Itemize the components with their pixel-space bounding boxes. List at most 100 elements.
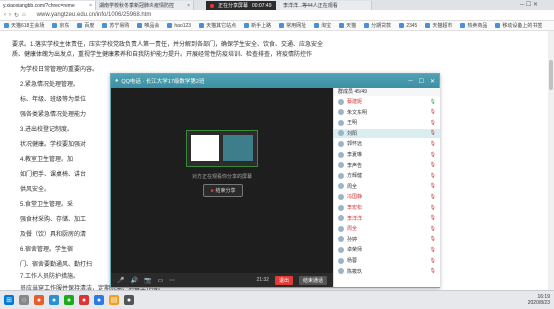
- exit-button[interactable]: 退出: [274, 275, 293, 285]
- member-row[interactable]: 李夏琳 🎙: [334, 150, 440, 159]
- member-row[interactable]: 李声告 🎙: [334, 161, 440, 170]
- member-row[interactable]: 郭怀远 🎙: [334, 139, 440, 148]
- bookmark-item[interactable]: 分期贷款: [364, 22, 391, 29]
- bookmark-item[interactable]: 常用网址: [279, 22, 306, 29]
- taskbar-app-icon[interactable]: ●: [124, 295, 134, 305]
- speaker-icon[interactable]: 🔊: [130, 277, 137, 284]
- tab-0[interactable]: y.xiaoxiangbb.com/?chrec=reme ×: [0, 1, 96, 10]
- bookmark-item[interactable]: 百度: [77, 22, 94, 29]
- minimize-icon[interactable]: ─: [408, 78, 412, 85]
- mic-muted-icon: 🎙: [429, 204, 436, 211]
- bookmark-item[interactable]: 热卖商品: [460, 22, 487, 29]
- bookmark-item[interactable]: 2345: [399, 23, 417, 29]
- page-text-line: 门、宿舍要勤通风、勤打扫: [20, 262, 93, 268]
- member-name: 朱文东明: [347, 109, 368, 116]
- more-icon[interactable]: ⋯: [169, 277, 175, 284]
- page-text-line: 要求。1.落实学校主体责任，压实学校党政负责人第一责任，并分解到各部门，确保学生…: [12, 42, 324, 48]
- url-field[interactable]: www.yangtzeu.edu.cn/info/1006/25968.htm: [37, 12, 152, 18]
- bookmark-item[interactable]: 淘宝: [314, 22, 331, 29]
- tab-3[interactable]: 李洋洋...等44人正在观看: [280, 1, 372, 10]
- bookmark-item[interactable]: 苏宁易购: [102, 22, 129, 29]
- tab-1-label: 湖南学校秋冬季新冠肺炎疫情防控: [99, 3, 175, 9]
- forward-icon[interactable]: ›: [9, 12, 11, 18]
- reload-icon[interactable]: ↻: [14, 12, 19, 19]
- member-name: 李夏琳: [347, 152, 363, 158]
- bookmark-item[interactable]: 唯品会: [137, 22, 159, 29]
- camera-icon[interactable]: 📷: [144, 277, 151, 284]
- taskbar-app-icon[interactable]: ●: [79, 295, 89, 305]
- page-text-line: 强各类紧急情况处理能力: [20, 112, 87, 118]
- bookmark-item[interactable]: 天猫超市: [425, 22, 452, 29]
- back-icon[interactable]: ‹: [4, 12, 6, 18]
- member-row[interactable]: 王明 🎙: [334, 118, 440, 127]
- bookmark-icon: [279, 23, 285, 28]
- bookmark-item[interactable]: 京东: [52, 22, 69, 29]
- screen-share-icon[interactable]: ▭: [157, 277, 163, 284]
- bookmark-label: 移动设备上的书签: [502, 23, 543, 29]
- bookmark-item[interactable]: hao123: [167, 23, 191, 29]
- member-row[interactable]: 冯国静 🎙: [334, 192, 440, 201]
- bookmark-item[interactable]: 移动设备上的书签: [495, 22, 542, 29]
- end-call-button[interactable]: 结束通话: [298, 275, 327, 285]
- tab-3-label: 李洋洋...等44人正在观看: [283, 3, 338, 9]
- tab-0-label: y.xiaoxiangbb.com/?chrec=reme: [3, 2, 75, 9]
- member-row[interactable]: 刘阳 🎙: [334, 128, 440, 138]
- tab-1[interactable]: 湖南学校秋冬季新冠肺炎疫情防控 ×: [96, 1, 194, 10]
- search-icon[interactable]: ○: [19, 295, 29, 305]
- maximize-icon[interactable]: ☐: [419, 78, 424, 85]
- member-row[interactable]: 孙婷 🎙: [334, 235, 440, 244]
- page-text-line: 标、年级、班级等为单位: [20, 97, 87, 103]
- member-row[interactable]: 李宏松 🎙: [334, 203, 440, 212]
- close-icon[interactable]: ✕: [430, 78, 435, 85]
- mic-muted-icon: 🎙: [429, 193, 436, 200]
- member-name: 陈筱玖: [347, 268, 363, 275]
- member-row[interactable]: 杨蓉 🎙: [334, 256, 440, 265]
- member-row[interactable]: 周全 🎙: [334, 224, 440, 233]
- member-row[interactable]: 蔡建妮 🎙: [334, 97, 440, 106]
- bookmark-item[interactable]: 天猫: [339, 22, 356, 29]
- page-text-line: 状况健康。学校要加强对: [20, 142, 87, 148]
- call-timer: 21:32: [256, 277, 269, 283]
- folder-icon[interactable]: ▤: [109, 295, 119, 305]
- end-share-button[interactable]: ■ 结束分享: [203, 184, 243, 197]
- mic-muted-icon: 🎙: [429, 109, 436, 116]
- window-controls[interactable]: ─ ☐ ✕: [520, 1, 538, 8]
- member-row[interactable]: 李洋洋 🎙: [334, 214, 440, 223]
- close-icon[interactable]: ×: [89, 3, 92, 9]
- bookmark-icon: [244, 23, 250, 28]
- bookmark-icon: [425, 23, 431, 28]
- member-row[interactable]: 周全 🎙: [334, 182, 440, 191]
- bookmarks-bar: 天猫618主会场 京东 百度 苏宁易购 唯品会 hao123 天猫其它站点 新手上路 常用网址 淘…: [0, 21, 554, 31]
- taskbar-app-icon[interactable]: ●: [34, 295, 44, 305]
- bookmark-label: 淘宝: [321, 23, 332, 29]
- taskbar: ⊞ ○ ● ● ● ● ● ▤ ● 16:19 2020/8/23: [0, 290, 554, 309]
- member-row[interactable]: 陈筱玖 🎙: [334, 267, 440, 276]
- windows-start-icon[interactable]: ⊞: [4, 295, 14, 305]
- scrollbar-thumb[interactable]: [549, 60, 553, 90]
- bookmark-item[interactable]: 新手上路: [244, 22, 271, 29]
- bookmark-item[interactable]: 天猫618主会场: [4, 22, 44, 29]
- taskbar-app-icon[interactable]: ●: [49, 295, 59, 305]
- avatar: [338, 257, 344, 264]
- member-name: 李洋洋: [347, 215, 363, 222]
- bookmark-icon: [460, 23, 466, 28]
- bookmark-label: 天猫618主会场: [11, 23, 45, 29]
- bookmark-icon: [137, 23, 143, 28]
- home-icon[interactable]: ⌂: [22, 12, 26, 18]
- close-icon[interactable]: ×: [187, 3, 190, 9]
- system-clock[interactable]: 16:19 2020/8/23: [528, 294, 550, 306]
- bookmark-item[interactable]: 天猫其它站点: [199, 22, 236, 29]
- end-share-label: 结束分享: [215, 188, 236, 194]
- avatar: [338, 109, 344, 116]
- qq-icon[interactable]: ●: [94, 295, 104, 305]
- wechat-icon[interactable]: ●: [64, 295, 74, 305]
- member-row[interactable]: 朱文东明 🎙: [334, 108, 440, 117]
- member-row[interactable]: 方辉健 🎙: [334, 171, 440, 180]
- bookmark-label: hao123: [174, 22, 192, 29]
- bookmark-label: 苏宁易购: [109, 23, 130, 29]
- member-row[interactable]: 卓荣师 🎙: [334, 245, 440, 254]
- bookmark-label: 常用网址: [286, 23, 307, 29]
- member-name: 李宏松: [347, 205, 363, 211]
- microphone-icon[interactable]: 🎤: [117, 277, 124, 284]
- mic-muted-icon: 🎙: [429, 257, 436, 264]
